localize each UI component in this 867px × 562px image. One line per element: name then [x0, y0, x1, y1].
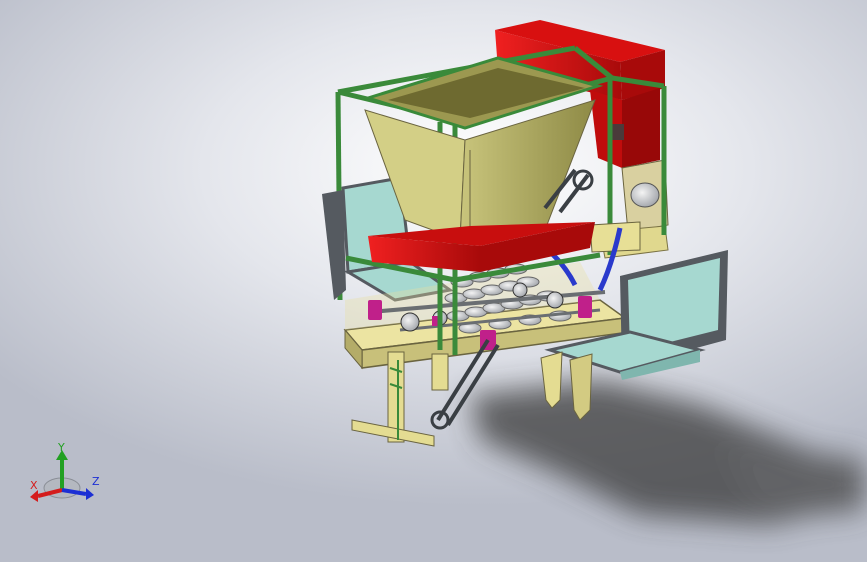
planter-assembly-model[interactable] [0, 0, 867, 562]
z-axis-label: Z [92, 475, 100, 488]
coordinate-triad[interactable]: X Y Z [22, 440, 108, 510]
y-axis-label: Y [58, 441, 65, 454]
cad-viewport[interactable]: X Y Z [0, 0, 867, 562]
x-axis-label: X [30, 479, 38, 492]
ground-shadow [470, 380, 865, 525]
